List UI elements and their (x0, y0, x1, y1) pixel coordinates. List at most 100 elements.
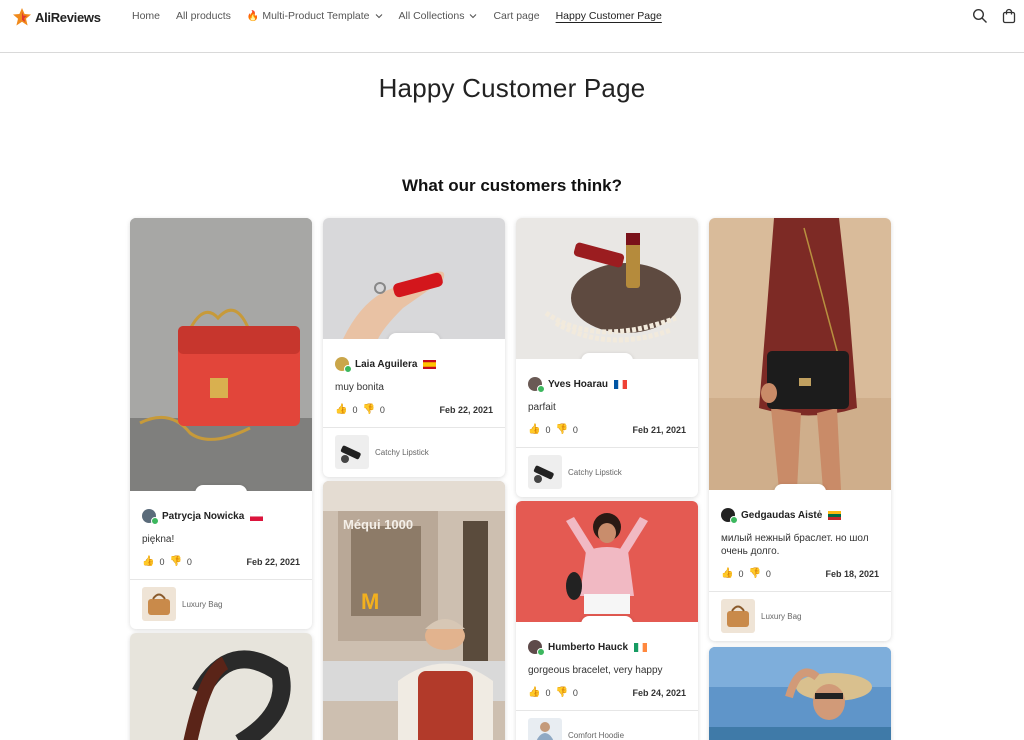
rating-hearts: ♥♥♥♥♥ (774, 484, 826, 490)
nav-all-collections-label: All Collections (398, 10, 465, 22)
flag-ireland-icon (634, 642, 648, 652)
nav-cart-page[interactable]: Cart page (493, 10, 539, 22)
review-card[interactable] (709, 647, 891, 740)
main-nav: Home All products 🔥 Multi-Product Templa… (132, 10, 678, 22)
verified-icon (344, 365, 352, 373)
reviewer-name: Patrycja Nowicka (162, 510, 245, 522)
review-date: Feb 22, 2021 (246, 556, 300, 567)
dislike-count: 0 (765, 568, 771, 579)
logo-text: AliReviews (35, 9, 101, 25)
flag-france-icon (614, 379, 628, 389)
product-link[interactable]: Comfort Hoodie (516, 710, 698, 740)
section-title: What our customers think? (401, 176, 623, 195)
review-photo[interactable] (130, 633, 312, 740)
review-date: Feb 22, 2021 (439, 404, 493, 415)
thumbs-up-icon[interactable]: 👍 (335, 404, 347, 415)
rating-hearts: ♥♥♥♥♥ (388, 333, 440, 339)
verified-icon (537, 648, 545, 656)
review-photo[interactable]: Méqui 1000 M (323, 481, 505, 740)
thumbs-down-icon[interactable]: 👎 (169, 556, 181, 567)
verified-icon (151, 517, 159, 525)
product-thumbnail (142, 587, 176, 621)
review-card[interactable]: ♥♥♥♥♥ Laia Aguilera muy bonita 👍 0 👎 0 Feb… (323, 218, 505, 477)
review-card[interactable]: Méqui 1000 M (323, 481, 505, 740)
review-photo[interactable]: ♥♥♥♥♥ (709, 218, 891, 490)
review-photo[interactable]: ♥♥♥♥♥ (323, 218, 505, 339)
logo[interactable]: AliReviews (12, 8, 101, 26)
product-thumbnail (721, 599, 755, 633)
product-link[interactable]: Catchy Lipstick (516, 447, 698, 497)
thumbs-up-icon[interactable]: 👍 (528, 687, 540, 698)
nav-home-label: Home (132, 10, 161, 22)
search-icon[interactable] (972, 8, 988, 24)
thumbs-up-icon[interactable]: 👍 (528, 424, 540, 435)
avatar (142, 509, 159, 525)
cart-icon[interactable] (1001, 8, 1017, 24)
thumbs-down-icon[interactable]: 👎 (555, 424, 567, 435)
flag-lithuania-icon (828, 510, 842, 520)
thumbs-down-icon[interactable]: 👎 (748, 568, 760, 579)
product-link[interactable]: Luxury Bag (709, 591, 891, 641)
nav-all-products[interactable]: All products (176, 10, 231, 22)
flame-icon: 🔥 (246, 10, 260, 22)
like-count: 0 (738, 568, 744, 579)
review-card[interactable]: ♥♥♥♥♥ Yves Hoarau parfait 👍 0 👎 0 Feb 21, … (516, 218, 698, 497)
review-photo[interactable]: ♥♥♥♥♥ (516, 218, 698, 359)
chevron-down-icon (375, 14, 382, 19)
review-photo[interactable] (709, 647, 891, 740)
product-name: Catchy Lipstick (375, 447, 429, 457)
review-card[interactable]: ♥♥♥♥♥ Humberto Hauck gorgeous bracelet, … (516, 501, 698, 740)
dislike-count: 0 (572, 687, 578, 698)
review-card[interactable]: ♥♥♥♥♥ Gedgaudas Aistė милый нежный брасл… (709, 218, 891, 641)
nav-happy-customer-label: Happy Customer Page (555, 10, 662, 22)
review-card[interactable] (130, 633, 312, 740)
product-name: Comfort Hoodie (568, 730, 625, 740)
reviewer-name: Laia Aguilera (355, 358, 418, 370)
flag-spain-icon (423, 359, 437, 369)
reviewer: Yves Hoarau (528, 377, 686, 393)
avatar (721, 508, 738, 524)
like-count: 0 (545, 687, 551, 698)
like-count: 0 (545, 424, 551, 435)
thumbs-up-icon[interactable]: 👍 (721, 568, 733, 579)
rating-hearts: ♥♥♥♥♥ (581, 616, 633, 622)
reviewer: Gedgaudas Aistė (721, 508, 879, 524)
reviewer: Humberto Hauck (528, 640, 686, 656)
review-photo[interactable]: ♥♥♥♥♥ (516, 501, 698, 622)
verified-icon (537, 385, 545, 393)
site-header: AliReviews Home All products 🔥 Multi-Pro… (0, 0, 1024, 53)
review-date: Feb 18, 2021 (825, 568, 879, 579)
dislike-count: 0 (186, 556, 192, 567)
dislike-count: 0 (572, 424, 578, 435)
product-link[interactable]: Luxury Bag (130, 579, 312, 629)
nav-happy-customer-page[interactable]: Happy Customer Page (556, 10, 662, 22)
review-text: gorgeous bracelet, very happy (528, 665, 663, 676)
product-link[interactable]: Catchy Lipstick (323, 427, 505, 477)
page-title: Happy Customer Page (378, 73, 646, 103)
nav-all-collections[interactable]: All Collections (399, 10, 478, 22)
product-name: Catchy Lipstick (568, 467, 622, 477)
reviewer: Patrycja Nowicka (142, 509, 300, 525)
svg-text:Méqui 1000: Méqui 1000 (343, 517, 413, 532)
review-date: Feb 24, 2021 (632, 687, 686, 698)
flag-poland-icon (250, 511, 264, 521)
nav-multi-product-template[interactable]: 🔥 Multi-Product Template (247, 10, 383, 22)
review-text: parfait (528, 402, 556, 413)
product-name: Luxury Bag (182, 599, 223, 609)
rating-hearts: ♥♥♥♥♥ (195, 485, 247, 491)
reviewer-name: Yves Hoarau (548, 378, 609, 390)
like-count: 0 (352, 404, 358, 415)
review-card[interactable]: ♥♥♥♥♥ Patrycja Nowicka piękna! 👍 0 👎 0 Feb… (130, 218, 312, 629)
thumbs-up-icon[interactable]: 👍 (142, 556, 154, 567)
rating-hearts: ♥♥♥♥♥ (581, 353, 633, 359)
nav-cart-page-label: Cart page (493, 10, 540, 22)
avatar (528, 640, 545, 656)
product-name: Luxury Bag (761, 611, 802, 621)
nav-multi-product-label: Multi-Product Template (262, 10, 370, 22)
reviewer-name: Humberto Hauck (548, 641, 629, 653)
review-photo[interactable]: ♥♥♥♥♥ (130, 218, 312, 491)
nav-home[interactable]: Home (132, 10, 160, 22)
thumbs-down-icon[interactable]: 👎 (362, 404, 374, 415)
thumbs-down-icon[interactable]: 👎 (555, 687, 567, 698)
review-text: piękna! (142, 534, 175, 545)
